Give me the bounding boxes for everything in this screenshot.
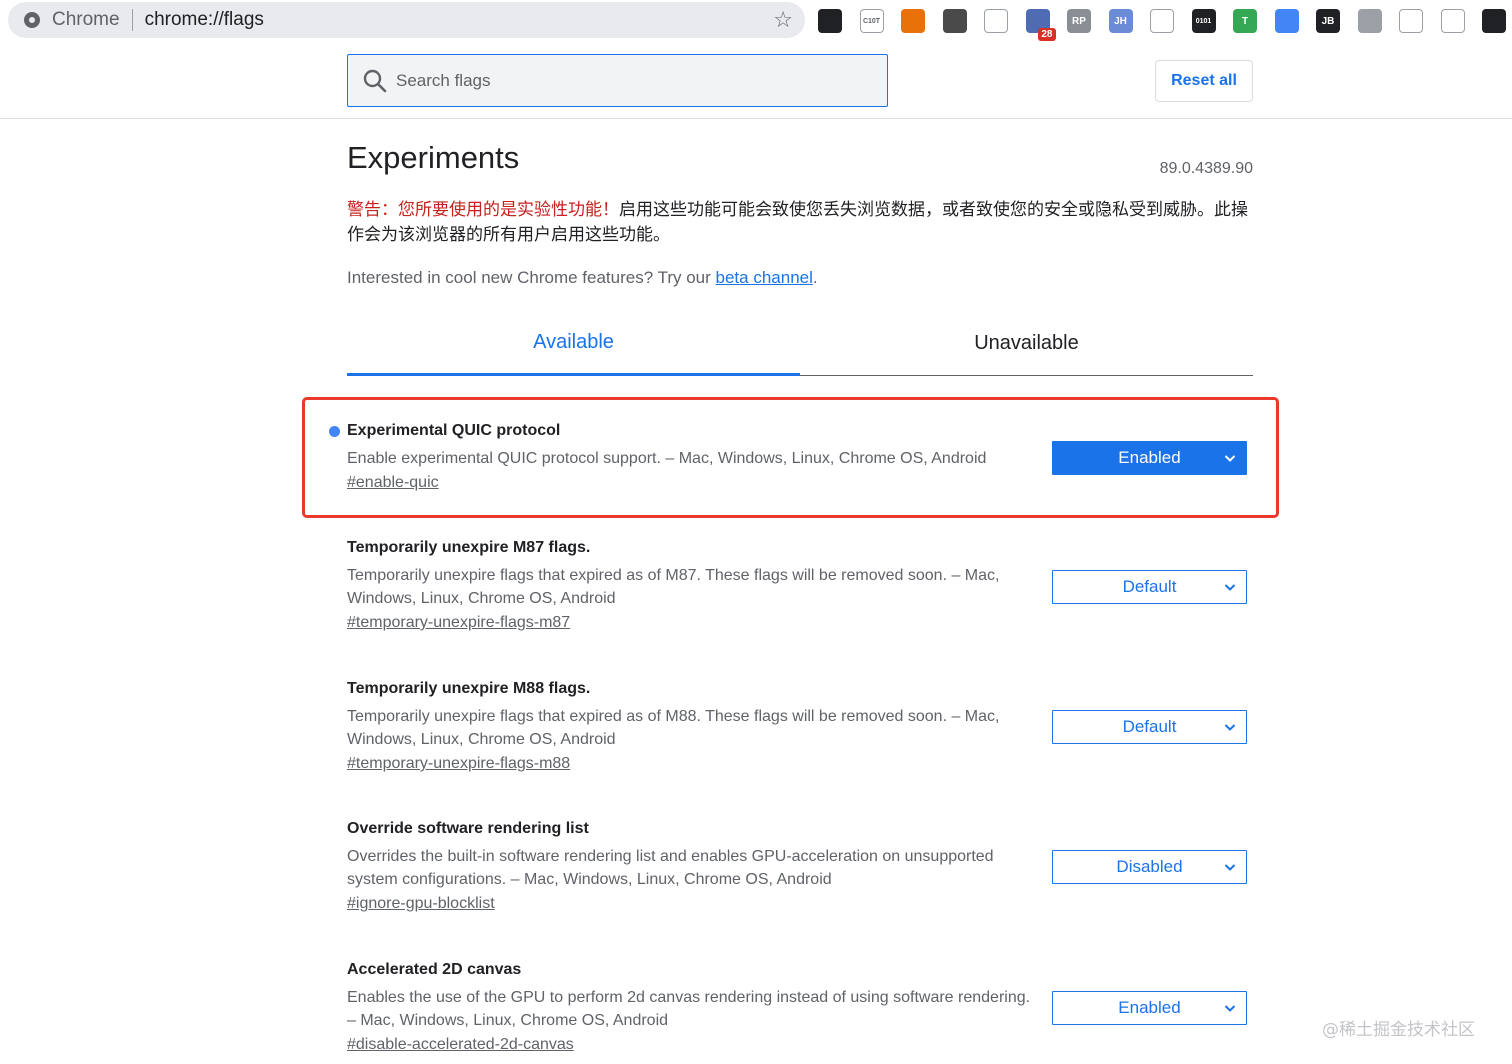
tree-ext-icon[interactable] — [901, 9, 925, 33]
flag-description: Temporarily unexpire flags that expired … — [347, 567, 1000, 607]
reset-all-button[interactable]: Reset all — [1155, 60, 1253, 102]
flag-description: Overrides the built-in software renderin… — [347, 848, 994, 888]
beta-channel-link[interactable]: beta channel — [716, 268, 813, 287]
flag-description: Enable experimental QUIC protocol suppor… — [347, 450, 987, 467]
cmt-ext-icon[interactable]: C10T — [859, 9, 884, 33]
flag-anchor-link[interactable]: #temporary-unexpire-flags-m87 — [347, 614, 570, 632]
flag-anchor-link[interactable]: #enable-quic — [347, 474, 439, 492]
address-bar[interactable]: Chrome chrome://flags ☆ — [8, 2, 805, 38]
warning-prefix: 警告：您所要使用的是实验性功能！ — [347, 200, 619, 220]
chevron-down-icon — [1224, 1005, 1236, 1012]
flag-item: Override software rendering list Overrid… — [347, 819, 1253, 913]
flag-title: Temporarily unexpire M87 flags. — [347, 539, 591, 556]
timer-ext-icon[interactable] — [984, 9, 1008, 33]
chrome-icon — [24, 12, 40, 28]
version-number: 89.0.4389.90 — [1159, 160, 1253, 177]
flags-header: Reset all — [0, 42, 1512, 119]
flag-state-select[interactable]: Enabled — [1052, 991, 1247, 1025]
site-name: Chrome — [52, 9, 120, 30]
tab-bar: Available Unavailable — [347, 322, 1253, 376]
extensions-row: C10T 28 RP JH 0101 T JB — [818, 4, 1512, 41]
flag-item: Experimental QUIC protocol Enable experi… — [329, 421, 1253, 492]
address-separator — [131, 9, 133, 31]
grid-ext-icon[interactable]: 28 — [1025, 9, 1056, 41]
search-input[interactable] — [394, 69, 854, 92]
flag-title: Experimental QUIC protocol — [347, 422, 561, 439]
bookmark-star-icon[interactable]: ☆ — [773, 7, 793, 33]
browser-toolbar: Chrome chrome://flags ☆ C10T 28 RP JH 0101 T J… — [0, 0, 1512, 42]
flag-state-value: Enabled — [1118, 448, 1181, 467]
notification-badge: 28 — [1038, 28, 1056, 41]
chevron-down-icon — [1224, 724, 1236, 731]
chevron-down-icon — [1224, 864, 1236, 871]
flag-anchor-link[interactable]: #ignore-gpu-blocklist — [347, 895, 495, 913]
search-icon — [362, 68, 388, 94]
flag-state-select[interactable]: Default — [1052, 570, 1247, 604]
flag-item: Temporarily unexpire M88 flags. Temporar… — [347, 679, 1253, 773]
flag-anchor-link[interactable]: #disable-accelerated-2d-canvas — [347, 1036, 574, 1054]
flag-anchor-link[interactable]: #temporary-unexpire-flags-m88 — [347, 755, 570, 773]
beta-promo-end: . — [812, 268, 818, 287]
qr-ext-icon[interactable] — [1440, 9, 1465, 33]
jb-ext-icon[interactable]: JB — [1316, 9, 1340, 33]
filter-ext-icon[interactable] — [1150, 9, 1174, 33]
profile-ext-icon[interactable] — [1482, 9, 1506, 33]
warning-message: 警告：您所要使用的是实验性功能！启用这些功能可能会致使您丢失浏览数据，或者致使您… — [347, 198, 1253, 248]
rp-ext-icon[interactable]: RP — [1067, 9, 1091, 33]
beta-promo-text: Interested in cool new Chrome features? … — [347, 268, 716, 287]
plane-ext-icon[interactable] — [1357, 9, 1382, 33]
shield-ext-icon[interactable]: T — [1233, 9, 1257, 33]
flag-title: Temporarily unexpire M88 flags. — [347, 680, 591, 697]
flag-title: Accelerated 2D canvas — [347, 961, 522, 978]
flag-state-value: Default — [1122, 717, 1177, 736]
camera-ext-icon[interactable] — [942, 9, 967, 33]
pen-ext-icon[interactable] — [1274, 9, 1299, 33]
flag-description: Enables the use of the GPU to perform 2d… — [347, 989, 1031, 1029]
chevron-down-icon — [1224, 455, 1236, 462]
flag-state-select[interactable]: Default — [1052, 710, 1247, 744]
address-url[interactable]: chrome://flags — [145, 9, 264, 31]
github-ext-icon[interactable] — [818, 9, 842, 33]
binary-ext-icon[interactable]: 0101 — [1191, 9, 1216, 33]
flag-item: Temporarily unexpire M87 flags. Temporar… — [347, 538, 1253, 632]
flag-description: Temporarily unexpire flags that expired … — [347, 708, 1000, 748]
modified-indicator-dot — [329, 426, 340, 437]
beta-promo: Interested in cool new Chrome features? … — [347, 268, 818, 288]
search-box[interactable] — [347, 54, 888, 107]
flag-state-value: Disabled — [1116, 857, 1183, 876]
flag-state-value: Enabled — [1118, 998, 1181, 1017]
tab-unavailable[interactable]: Unavailable — [800, 322, 1253, 376]
flag-state-select[interactable]: Disabled — [1052, 850, 1247, 884]
watermark: @稀土掘金技术社区 — [1322, 1020, 1475, 1040]
chevron-down-icon — [1224, 584, 1236, 591]
flag-item: Accelerated 2D canvas Enables the use of… — [347, 960, 1253, 1054]
jh-ext-icon[interactable]: JH — [1108, 9, 1133, 33]
flag-state-value: Default — [1122, 577, 1177, 596]
flag-state-select[interactable]: Enabled — [1052, 441, 1247, 475]
tab-available[interactable]: Available — [347, 322, 800, 376]
globe-ext-icon[interactable] — [1399, 9, 1423, 33]
flag-title: Override software rendering list — [347, 820, 589, 837]
page-title: Experiments — [347, 140, 520, 175]
